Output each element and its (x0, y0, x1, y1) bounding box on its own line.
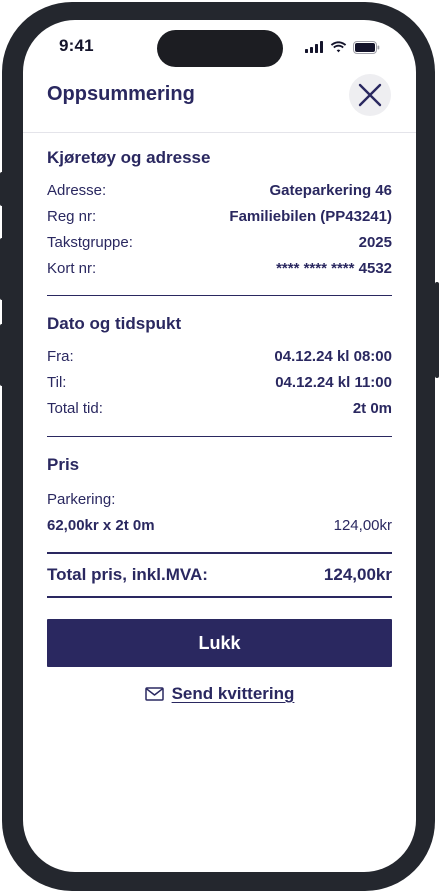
cellular-signal-icon (305, 41, 323, 53)
section-title-datetime: Dato og tidspukt (47, 314, 182, 333)
row-label: Fra: (47, 347, 74, 365)
status-bar: 9:41 (23, 20, 416, 74)
section-title-vehicle: Kjøretøy og adresse (47, 148, 211, 167)
info-row-total-time: Total tid: 2t 0m (47, 395, 392, 421)
info-row-takstgruppe: Takstgruppe: 2025 (47, 229, 392, 255)
datetime-section: Dato og tidspukt Fra: 04.12.24 kl 08:00 … (47, 296, 392, 421)
status-icons (305, 40, 380, 54)
row-label: Til: (47, 373, 67, 391)
row-label: Reg nr: (47, 207, 97, 225)
vehicle-section: Kjøretøy og adresse Adresse: Gateparkeri… (47, 132, 392, 281)
price-item-label-row: Parkering: (47, 486, 392, 512)
wifi-icon (330, 41, 347, 53)
row-label: Adresse: (47, 181, 107, 199)
price-item-row: 62,00kr x 2t 0m 124,00kr (47, 512, 392, 538)
info-row-kort-nr: Kort nr: **** **** **** 4532 (47, 255, 392, 281)
volume-up-button (0, 238, 4, 300)
close-icon (358, 83, 382, 107)
envelope-icon (144, 687, 164, 701)
info-row-address: Adresse: Gateparkering 46 (47, 177, 392, 203)
info-row-reg-nr: Reg nr: Familiebilen (PP43241) (47, 203, 392, 229)
row-value: Familiebilen (PP43241) (229, 207, 392, 225)
battery-icon (353, 40, 380, 54)
info-row-from: Fra: 04.12.24 kl 08:00 (47, 343, 392, 369)
row-value: Gateparkering 46 (269, 181, 392, 199)
section-title-price: Pris (47, 455, 80, 474)
total-price-row: Total pris, inkl.MVA: 124,00kr (47, 554, 392, 596)
screen: 9:41 Oppsummering Kjøretøy og adresse Ad… (23, 20, 416, 872)
close-button[interactable] (349, 74, 391, 116)
send-receipt-link[interactable]: Send kvittering (23, 684, 416, 704)
row-value: 2025 (358, 233, 392, 251)
dynamic-island (157, 30, 283, 67)
total-price-value: 124,00kr (323, 565, 392, 584)
close-summary-button[interactable]: Lukk (47, 619, 392, 667)
row-value: 04.12.24 kl 11:00 (275, 373, 392, 391)
row-label: Takstgruppe: (47, 233, 133, 251)
page-title: Oppsummering (47, 83, 195, 105)
divider (47, 596, 392, 598)
modal-header: Oppsummering (23, 74, 416, 133)
row-value: 04.12.24 kl 08:00 (274, 347, 392, 365)
row-label: Total tid: (47, 399, 103, 417)
action-button (0, 172, 4, 206)
row-label: Kort nr: (47, 259, 97, 277)
price-section: Pris Parkering: 62,00kr x 2t 0m 124,00kr (47, 437, 392, 538)
volume-down-button (0, 324, 4, 386)
price-item-label: Parkering: (47, 490, 116, 508)
info-row-to: Til: 04.12.24 kl 11:00 (47, 369, 392, 395)
row-value: 2t 0m (352, 399, 392, 417)
power-button (435, 282, 439, 378)
send-receipt-label: Send kvittering (171, 684, 295, 703)
summary-content: Kjøretøy og adresse Adresse: Gateparkeri… (47, 132, 392, 598)
price-item-detail: 62,00kr x 2t 0m (47, 516, 155, 534)
price-item-amount: 124,00kr (333, 516, 392, 534)
status-time: 9:41 (59, 36, 94, 55)
total-price-label: Total pris, inkl.MVA: (47, 565, 208, 584)
row-value: **** **** **** 4532 (276, 259, 392, 277)
